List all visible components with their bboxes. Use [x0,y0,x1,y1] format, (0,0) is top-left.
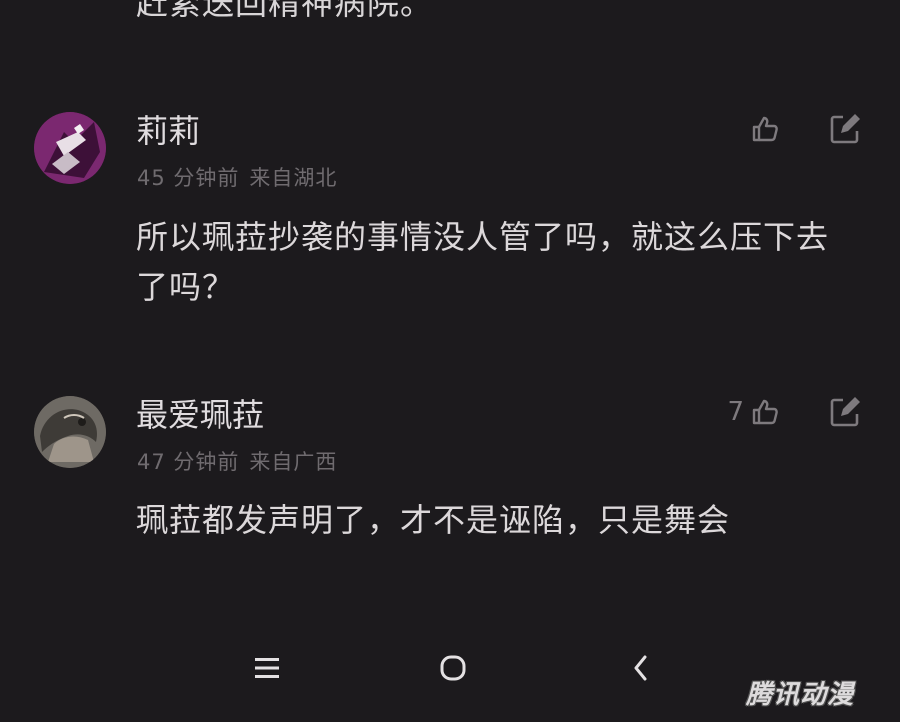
menu-button[interactable] [249,650,285,686]
like-count: 7 [727,397,744,427]
comment-location: 来自湖北 [249,166,338,190]
thumbs-up-icon [752,399,778,425]
avatar[interactable] [34,112,106,184]
username[interactable]: 最爱珮菈 [136,390,264,436]
comment-meta: 47 分钟前 来自广西 [137,446,337,476]
previous-comment-text: 赶紧送回精神病院。 [136,0,434,22]
avatar-image [34,396,106,468]
back-icon [634,655,647,681]
comment-text: 珮菈都发声明了，才不是诬陷，只是舞会 [136,501,731,539]
avatar-image [34,112,106,184]
back-button[interactable] [623,650,659,686]
comment-location: 来自广西 [249,450,338,474]
watermark-logo: 腾讯动漫 [746,680,855,710]
reply-icon [830,114,860,144]
comment-text: 所以珮菈抄袭的事情没人管了吗，就这么压下去了吗？ [136,218,830,306]
home-button[interactable] [435,650,471,686]
menu-icon [255,658,279,678]
avatar[interactable] [34,396,106,468]
reply-icon [830,397,860,427]
reply-button[interactable] [828,395,862,429]
comment-time: 47 分钟前 [137,450,240,474]
like-button[interactable] [744,112,780,146]
username[interactable]: 莉莉 [136,106,200,152]
comment-meta: 45 分钟前 来自湖北 [137,162,337,192]
thumbs-up-icon [752,116,778,142]
reply-button[interactable] [828,112,862,146]
comment-time: 45 分钟前 [137,166,240,190]
comment-screen: 赶紧送回精神病院。 莉莉 45 分钟前 来自湖北 所以珮菈抄袭的事情没人管了吗，… [0,0,900,722]
home-icon [440,655,466,681]
like-button[interactable]: 7 [727,395,780,429]
